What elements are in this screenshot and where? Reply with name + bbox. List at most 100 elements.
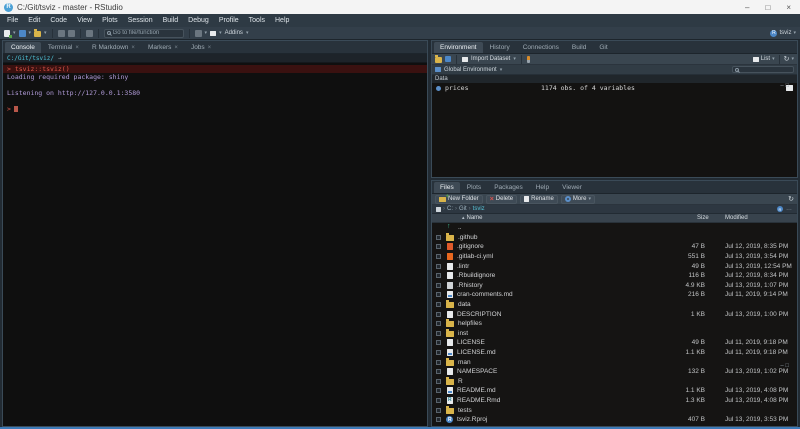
file-name[interactable]: R — [458, 378, 679, 385]
file-name[interactable]: LICENSE.md — [457, 349, 679, 356]
file-name[interactable]: README.md — [457, 387, 679, 394]
menu-item[interactable]: View — [72, 17, 97, 24]
table-row[interactable]: .github — [432, 233, 797, 243]
file-name[interactable]: tsviz.Rproj — [457, 416, 679, 423]
file-name[interactable]: DESCRIPTION — [457, 311, 679, 318]
new-file-icon[interactable] — [4, 30, 10, 37]
print-icon[interactable] — [86, 30, 93, 37]
maximize-button[interactable]: □ — [765, 3, 770, 12]
table-row[interactable]: man — [432, 357, 797, 367]
row-checkbox[interactable] — [436, 302, 441, 307]
new-folder-button[interactable]: New Folder — [435, 195, 483, 204]
table-row[interactable]: LICENSE.md 1.1 KB Jul 11, 2019, 9:18 PM — [432, 348, 797, 358]
file-name[interactable]: .Rbuildignore — [457, 272, 679, 279]
environment-object-row[interactable]: prices 1174 obs. of 4 variables — [432, 83, 797, 93]
tab[interactable]: Jobs × — [185, 42, 217, 53]
menu-item[interactable]: Code — [45, 17, 72, 24]
row-checkbox[interactable] — [436, 350, 441, 355]
tab[interactable]: R Markdown × — [86, 42, 141, 53]
chevron-down-icon[interactable]: ▾ — [772, 56, 775, 62]
close-button[interactable]: × — [786, 3, 791, 12]
file-name[interactable]: README.Rmd — [457, 397, 679, 404]
chevron-down-icon[interactable]: ▾ — [13, 30, 16, 36]
column-name[interactable]: Name — [467, 215, 483, 221]
file-name[interactable]: LICENSE — [457, 339, 679, 346]
tab[interactable]: Build — [566, 42, 592, 53]
row-checkbox[interactable] — [436, 379, 441, 384]
file-name[interactable]: cran-comments.md — [457, 291, 679, 298]
tab[interactable]: Files — [434, 182, 460, 193]
menu-item[interactable]: Debug — [183, 17, 214, 24]
table-row[interactable]: NAMESPACE 132 B Jul 13, 2019, 1:02 PM — [432, 367, 797, 377]
row-checkbox[interactable] — [436, 331, 441, 336]
menu-item[interactable]: Edit — [23, 17, 45, 24]
table-row[interactable]: .gitignore 47 B Jul 12, 2019, 8:35 PM — [432, 242, 797, 252]
r-project-icon[interactable]: R — [777, 206, 783, 212]
table-row[interactable]: R — [432, 377, 797, 387]
file-name[interactable]: inst — [458, 330, 679, 337]
tab[interactable]: Connections — [517, 42, 565, 53]
table-row[interactable]: .. — [432, 223, 797, 233]
environment-search-box[interactable] — [732, 66, 794, 73]
row-checkbox[interactable] — [436, 369, 441, 374]
menu-item[interactable]: Profile — [214, 17, 244, 24]
load-workspace-icon[interactable] — [435, 57, 442, 63]
project-selector[interactable]: R tsviz ▾ — [770, 30, 796, 37]
table-row[interactable]: LICENSE 49 B Jul 11, 2019, 9:18 PM — [432, 338, 797, 348]
file-name[interactable]: .github — [458, 234, 679, 241]
more-path-icon[interactable]: … — [786, 206, 793, 212]
menu-item[interactable]: Session — [123, 17, 158, 24]
file-name[interactable]: .Rhistory — [457, 282, 679, 289]
select-all-checkbox[interactable] — [436, 207, 441, 212]
file-name[interactable]: data — [458, 301, 679, 308]
menu-item[interactable]: Tools — [244, 17, 270, 24]
chevron-down-icon[interactable]: ▾ — [791, 56, 794, 62]
file-name[interactable]: helpfiles — [458, 320, 679, 327]
table-row[interactable]: tests — [432, 405, 797, 415]
close-icon[interactable]: × — [208, 45, 212, 51]
tab[interactable]: Git — [593, 42, 613, 53]
row-checkbox[interactable] — [436, 340, 441, 345]
table-row[interactable]: tsviz.Rproj 407 B Jul 13, 2019, 3:53 PM — [432, 415, 797, 425]
chevron-down-icon[interactable]: ▾ — [205, 30, 208, 36]
row-checkbox[interactable] — [436, 388, 441, 393]
tab[interactable]: Terminal × — [42, 42, 85, 53]
menu-item[interactable]: Plots — [97, 17, 123, 24]
tab[interactable]: Packages — [488, 182, 529, 193]
new-project-icon[interactable] — [19, 30, 26, 37]
table-row[interactable]: .lintr 49 B Jul 13, 2019, 12:54 PM — [432, 261, 797, 271]
goto-directory-icon[interactable]: → — [58, 55, 62, 62]
delete-button[interactable]: × Delete — [486, 195, 517, 204]
open-file-icon[interactable] — [34, 31, 41, 37]
table-row[interactable]: cran-comments.md 216 B Jul 11, 2019, 9:1… — [432, 290, 797, 300]
refresh-icon[interactable]: ↻ — [784, 55, 790, 63]
breadcrumb-segment[interactable]: Git — [459, 206, 467, 212]
save-icon[interactable] — [58, 30, 65, 37]
save-all-icon[interactable] — [68, 30, 75, 37]
tab[interactable]: Viewer — [556, 182, 588, 193]
row-checkbox[interactable] — [436, 312, 441, 317]
file-name[interactable]: tests — [458, 407, 679, 414]
tab[interactable]: History — [484, 42, 516, 53]
goto-file-function-input[interactable] — [113, 30, 181, 36]
tab[interactable]: Help — [530, 182, 555, 193]
row-checkbox[interactable] — [436, 360, 441, 365]
close-icon[interactable]: × — [75, 45, 79, 51]
chevron-down-icon[interactable]: ▾ — [29, 30, 32, 36]
table-row[interactable]: .Rbuildignore 116 B Jul 12, 2019, 8:34 P… — [432, 271, 797, 281]
tab[interactable]: Plots — [461, 182, 487, 193]
row-checkbox[interactable] — [436, 254, 441, 259]
chevron-down-icon[interactable]: ▾ — [219, 30, 222, 36]
menu-item[interactable]: File — [2, 17, 23, 24]
minimize-button[interactable]: – — [745, 3, 749, 12]
tab[interactable]: Console — [5, 42, 41, 53]
tab[interactable]: Environment — [434, 42, 483, 53]
row-checkbox[interactable] — [436, 264, 441, 269]
row-checkbox[interactable] — [436, 283, 441, 288]
refresh-icon[interactable]: ↻ — [788, 195, 794, 203]
save-workspace-icon[interactable] — [445, 56, 451, 62]
breadcrumb-segment[interactable]: C: — [447, 206, 453, 212]
close-icon[interactable]: × — [174, 45, 178, 51]
column-modified[interactable]: Modified — [725, 215, 797, 221]
row-checkbox[interactable] — [436, 235, 441, 240]
